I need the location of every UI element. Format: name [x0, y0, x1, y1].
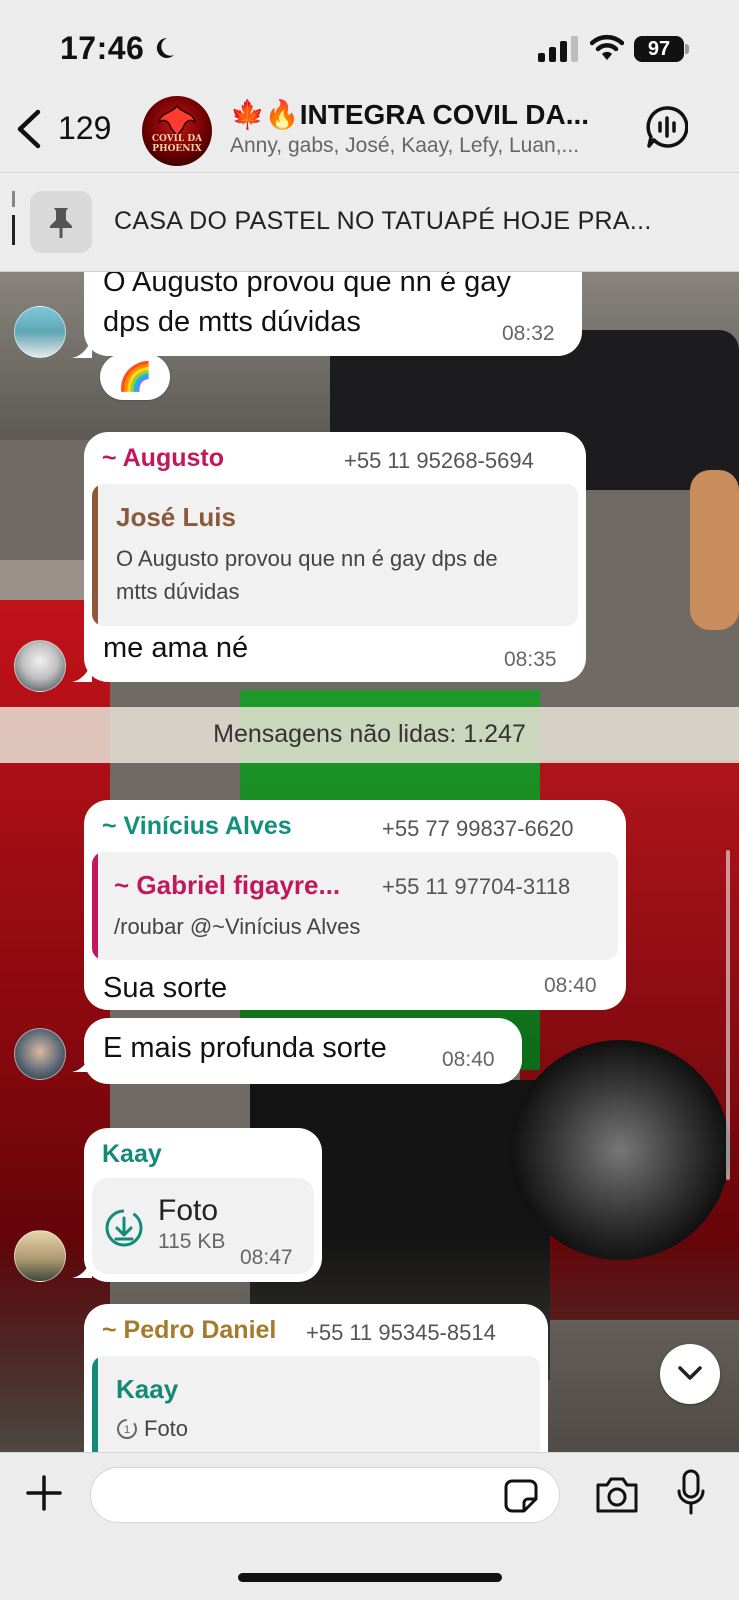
message-time: 08:32	[502, 322, 555, 345]
battery-level: 97	[634, 36, 684, 62]
svg-text:1: 1	[124, 1424, 130, 1436]
attachment-size: 115 KB	[158, 1230, 226, 1253]
message-time: 08:47	[240, 1246, 293, 1269]
message-text: E mais profunda sorte	[103, 1032, 387, 1064]
pinned-message-text: CASA DO PASTEL NO TATUAPÉ HOJE PRA...	[114, 207, 652, 235]
attachment-title: Foto	[158, 1194, 219, 1227]
avatar-jose[interactable]	[14, 306, 66, 358]
view-once-icon: 1	[117, 1419, 137, 1439]
bubble-tail	[72, 1258, 92, 1278]
message-text: Sua sorte	[103, 972, 228, 1004]
plus-icon[interactable]	[26, 1475, 62, 1511]
quoted-sender: Kaay	[116, 1374, 179, 1404]
avatar-augusto[interactable]	[14, 640, 66, 692]
microphone-icon[interactable]	[676, 1469, 706, 1517]
quoted-text: O Augusto provou que nn é gay dps de	[116, 546, 498, 571]
cellular-signal-icon	[538, 36, 578, 62]
message-time: 08:35	[504, 648, 557, 671]
voice-chat-icon[interactable]	[646, 106, 688, 148]
message-bubble[interactable]: ~ Vinícius Alves +55 77 99837-6620 ~ Gab…	[84, 800, 626, 1010]
group-avatar-text: COVIL DA PHOENIX	[151, 134, 203, 154]
quoted-text: mtts dúvidas	[116, 579, 240, 604]
message-bubble[interactable]: ~ Pedro Daniel +55 11 95345-8514 Kaay 1 …	[84, 1304, 548, 1464]
sender-phone: +55 11 95268-5694	[344, 448, 534, 473]
quoted-sender: José Luis	[116, 502, 236, 532]
message-list[interactable]: O Augusto provou que nn é gay dps de mtt…	[0, 248, 739, 1464]
sender-name[interactable]: ~ Pedro Daniel	[102, 1316, 276, 1345]
message-composer	[0, 1452, 739, 1600]
message-bubble[interactable]: ~ Augusto +55 11 95268-5694 José Luis O …	[84, 432, 586, 682]
message-input[interactable]	[90, 1467, 560, 1523]
message-bubble[interactable]: E mais profunda sorte 08:40	[84, 1018, 522, 1084]
pin-icon	[50, 208, 72, 238]
sender-name[interactable]: Kaay	[102, 1140, 162, 1169]
quote-bar	[92, 1356, 98, 1464]
quoted-sender: ~ Gabriel figayre...	[114, 870, 341, 900]
bubble-tail	[72, 662, 92, 682]
chat-header: 17:46 97 129 COVIL DA PHOENIX 🍁🔥INTEGRA …	[0, 0, 739, 172]
group-avatar[interactable]: COVIL DA PHOENIX	[142, 96, 212, 166]
quote-bar	[92, 852, 98, 960]
sticker-icon[interactable]	[504, 1479, 538, 1513]
message-text: me ama né	[103, 632, 249, 664]
sender-name[interactable]: ~ Augusto	[102, 444, 224, 473]
chat-scrollbar[interactable]	[726, 850, 730, 1180]
pinned-message-bar[interactable]: CASA DO PASTEL NO TATUAPÉ HOJE PRA...	[0, 172, 739, 272]
quoted-text: Foto	[144, 1416, 189, 1441]
unread-banner-text: Mensagens não lidas: 1.247	[213, 720, 526, 748]
camera-icon[interactable]	[594, 1475, 640, 1515]
avatar-kaay[interactable]	[14, 1230, 66, 1282]
download-icon[interactable]	[104, 1208, 144, 1248]
sender-phone: +55 11 95345-8514	[306, 1320, 496, 1345]
scroll-to-bottom-button[interactable]	[660, 1344, 720, 1404]
chevron-down-icon	[678, 1366, 702, 1380]
message-bubble[interactable]: Kaay Foto 115 KB 08:47	[84, 1128, 322, 1282]
wifi-icon	[590, 34, 624, 60]
quoted-phone: +55 11 97704-3118	[382, 874, 571, 899]
message-time: 08:40	[442, 1048, 495, 1071]
quoted-text: /roubar @~Vinícius Alves	[114, 914, 361, 939]
quoted-message[interactable]: Kaay 1 Foto	[92, 1356, 540, 1464]
battery-indicator: 97	[634, 36, 690, 62]
home-indicator[interactable]	[238, 1573, 502, 1582]
status-time: 17:46	[60, 30, 145, 66]
message-time: 08:40	[544, 974, 597, 997]
pin-icon-box	[30, 191, 92, 253]
reaction-badge[interactable]: 🌈	[100, 354, 170, 400]
back-chevron-icon[interactable]	[14, 108, 44, 150]
battery-tip	[685, 44, 689, 54]
group-title[interactable]: 🍁🔥INTEGRA COVIL DA...	[230, 98, 625, 131]
avatar-vinicius[interactable]	[14, 1028, 66, 1080]
sender-phone: +55 77 99837-6620	[382, 816, 574, 841]
quote-bar	[92, 484, 98, 626]
phoenix-logo-icon	[157, 104, 197, 138]
sender-name[interactable]: ~ Vinícius Alves	[102, 812, 292, 841]
unread-messages-banner: Mensagens não lidas: 1.247	[0, 707, 739, 763]
moon-icon	[156, 37, 174, 58]
pinned-indicator	[12, 191, 16, 251]
back-unread-count[interactable]: 129	[58, 110, 111, 147]
message-text: dps de mtts dúvidas	[103, 306, 361, 338]
quoted-message[interactable]: ~ Gabriel figayre... +55 11 97704-3118 /…	[92, 852, 618, 960]
group-members[interactable]: Anny, gabs, José, Kaay, Lefy, Luan,...	[230, 134, 625, 158]
quoted-message[interactable]: José Luis O Augusto provou que nn é gay …	[92, 484, 578, 626]
